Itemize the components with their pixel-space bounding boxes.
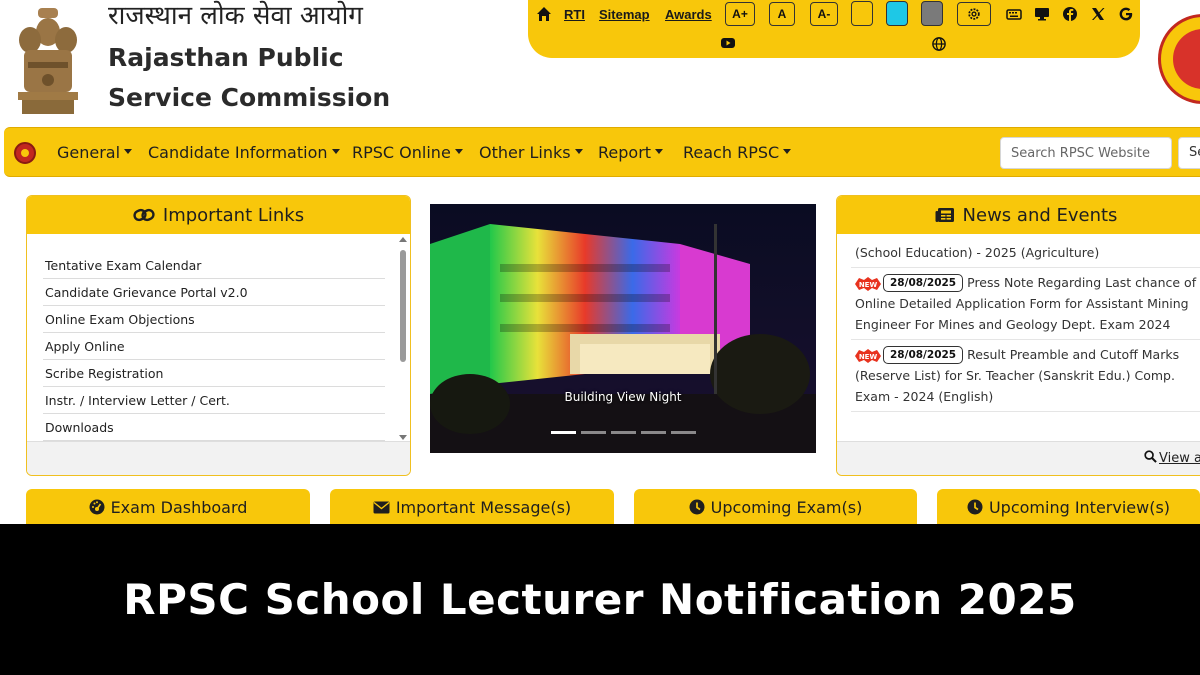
news-date-badge: 28/08/2025 — [883, 274, 964, 292]
envelope-icon — [373, 501, 390, 513]
nav-candidate-information[interactable]: Candidate Information — [148, 143, 340, 162]
theme-yellow-swatch[interactable] — [851, 1, 873, 26]
clock-icon — [689, 499, 705, 515]
image-carousel[interactable]: Building View Night — [430, 204, 816, 453]
x-twitter-icon[interactable] — [1090, 6, 1106, 22]
carousel-dot[interactable] — [611, 431, 636, 434]
page: राजस्थान लोक सेवा आयोग Rajasthan Public … — [0, 0, 1200, 675]
nav-rpsc-online[interactable]: RPSC Online — [352, 143, 463, 162]
upcoming-exams-tile[interactable]: Upcoming Exam(s) — [634, 489, 917, 529]
search-input[interactable] — [1000, 137, 1172, 169]
list-item[interactable]: Downloads — [43, 414, 385, 441]
font-normal-button[interactable]: A — [769, 2, 795, 26]
important-links-header: Important Links — [27, 196, 410, 234]
globe-icon[interactable] — [932, 37, 946, 51]
list-item[interactable]: Candidate Grievance Portal v2.0 — [43, 279, 385, 306]
chevron-down-icon — [574, 149, 583, 154]
settings-button[interactable] — [957, 2, 991, 26]
rti-link[interactable]: RTI — [564, 7, 585, 22]
utility-bar: RTI Sitemap Awards A+ A A- — [528, 0, 1140, 58]
headline-banner: RPSC School Lecturer Notification 2025 — [0, 524, 1200, 675]
keyboard-icon[interactable] — [1006, 6, 1022, 22]
new-badge-icon: NEW — [855, 276, 881, 291]
main-nav: General Candidate Information RPSC Onlin… — [4, 127, 1200, 177]
building-night-photo — [430, 204, 816, 453]
list-item[interactable]: Apply Online — [43, 333, 385, 360]
carousel-indicators — [551, 431, 696, 434]
carousel-caption: Building View Night — [564, 390, 682, 404]
facebook-icon[interactable] — [1062, 6, 1078, 22]
important-links-scrollbar[interactable] — [398, 236, 408, 442]
nav-general[interactable]: General — [57, 143, 133, 162]
list-item[interactable]: Online Exam Objections — [43, 306, 385, 333]
important-messages-tile[interactable]: Important Message(s) — [330, 489, 614, 529]
chevron-down-icon — [655, 149, 664, 154]
view-all-link[interactable]: View all — [1144, 450, 1200, 466]
rpsc-seal-logo — [1158, 14, 1200, 104]
news-list: (School Education) - 2025 (Agriculture) … — [851, 234, 1200, 412]
news-item[interactable]: NEW 28/08/2025 Result Preamble and Cutoff … — [851, 340, 1200, 412]
nav-logo-icon[interactable] — [14, 142, 36, 164]
upcoming-interviews-tile[interactable]: Upcoming Interview(s) — [937, 489, 1200, 529]
dashboard-icon — [89, 499, 105, 515]
chevron-down-icon — [331, 149, 340, 154]
svg-text:NEW: NEW — [859, 353, 878, 361]
site-title-english: Rajasthan Public Service Commission — [108, 43, 391, 112]
chevron-down-icon — [783, 149, 792, 154]
youtube-icon[interactable] — [720, 36, 736, 50]
home-icon[interactable] — [536, 6, 552, 22]
important-links-panel: Important Links Tentative Exam Calendar … — [26, 195, 411, 476]
theme-gray-swatch[interactable] — [921, 1, 943, 26]
carousel-dot[interactable] — [581, 431, 606, 434]
svg-text:NEW: NEW — [859, 281, 878, 289]
carousel-dot[interactable] — [641, 431, 666, 434]
news-date-badge: 28/08/2025 — [883, 346, 964, 364]
awards-link[interactable]: Awards — [665, 7, 712, 22]
new-badge-icon: NEW — [855, 348, 881, 363]
important-links-list: Tentative Exam Calendar Candidate Grieva… — [43, 252, 385, 441]
list-item[interactable]: Scribe Registration — [43, 360, 385, 387]
news-events-header: News and Events — [837, 196, 1200, 234]
gear-icon — [968, 8, 980, 20]
list-item[interactable]: Instr. / Interview Letter / Cert. — [43, 387, 385, 414]
news-events-panel: News and Events (School Education) - 202… — [836, 195, 1200, 476]
link-icon — [133, 208, 155, 222]
newspaper-icon — [935, 208, 954, 222]
site-title-hindi: राजस्थान लोक सेवा आयोग — [108, 1, 363, 31]
font-increase-button[interactable]: A+ — [725, 2, 755, 26]
carousel-dot[interactable] — [671, 431, 696, 434]
font-decrease-button[interactable]: A- — [810, 2, 838, 26]
banner-headline: RPSC School Lecturer Notification 2025 — [123, 575, 1077, 624]
nav-reach-rpsc[interactable]: Reach RPSC — [683, 143, 792, 162]
state-emblem-icon — [18, 8, 78, 114]
news-item-partial[interactable]: (School Education) - 2025 (Agriculture) — [851, 234, 1200, 268]
news-events-title: News and Events — [962, 204, 1118, 226]
clock-icon — [967, 499, 983, 515]
important-links-title: Important Links — [162, 204, 305, 226]
search-button[interactable]: Search — [1178, 137, 1200, 169]
exam-dashboard-tile[interactable]: Exam Dashboard — [26, 489, 310, 529]
list-item[interactable]: Tentative Exam Calendar — [43, 252, 385, 279]
sitemap-link[interactable]: Sitemap — [599, 7, 650, 22]
google-icon[interactable] — [1118, 6, 1134, 22]
nav-other-links[interactable]: Other Links — [479, 143, 583, 162]
chevron-down-icon — [454, 149, 463, 154]
chevron-down-icon — [124, 149, 133, 154]
zoom-icon — [1144, 450, 1157, 463]
theme-cyan-swatch[interactable] — [886, 1, 908, 26]
nav-report[interactable]: Report — [598, 143, 664, 162]
carousel-dot[interactable] — [551, 431, 576, 434]
desktop-icon[interactable] — [1034, 6, 1050, 22]
important-links-footer — [27, 441, 410, 475]
news-item[interactable]: NEW 28/08/2025 Press Note Regarding Last c… — [851, 268, 1200, 340]
